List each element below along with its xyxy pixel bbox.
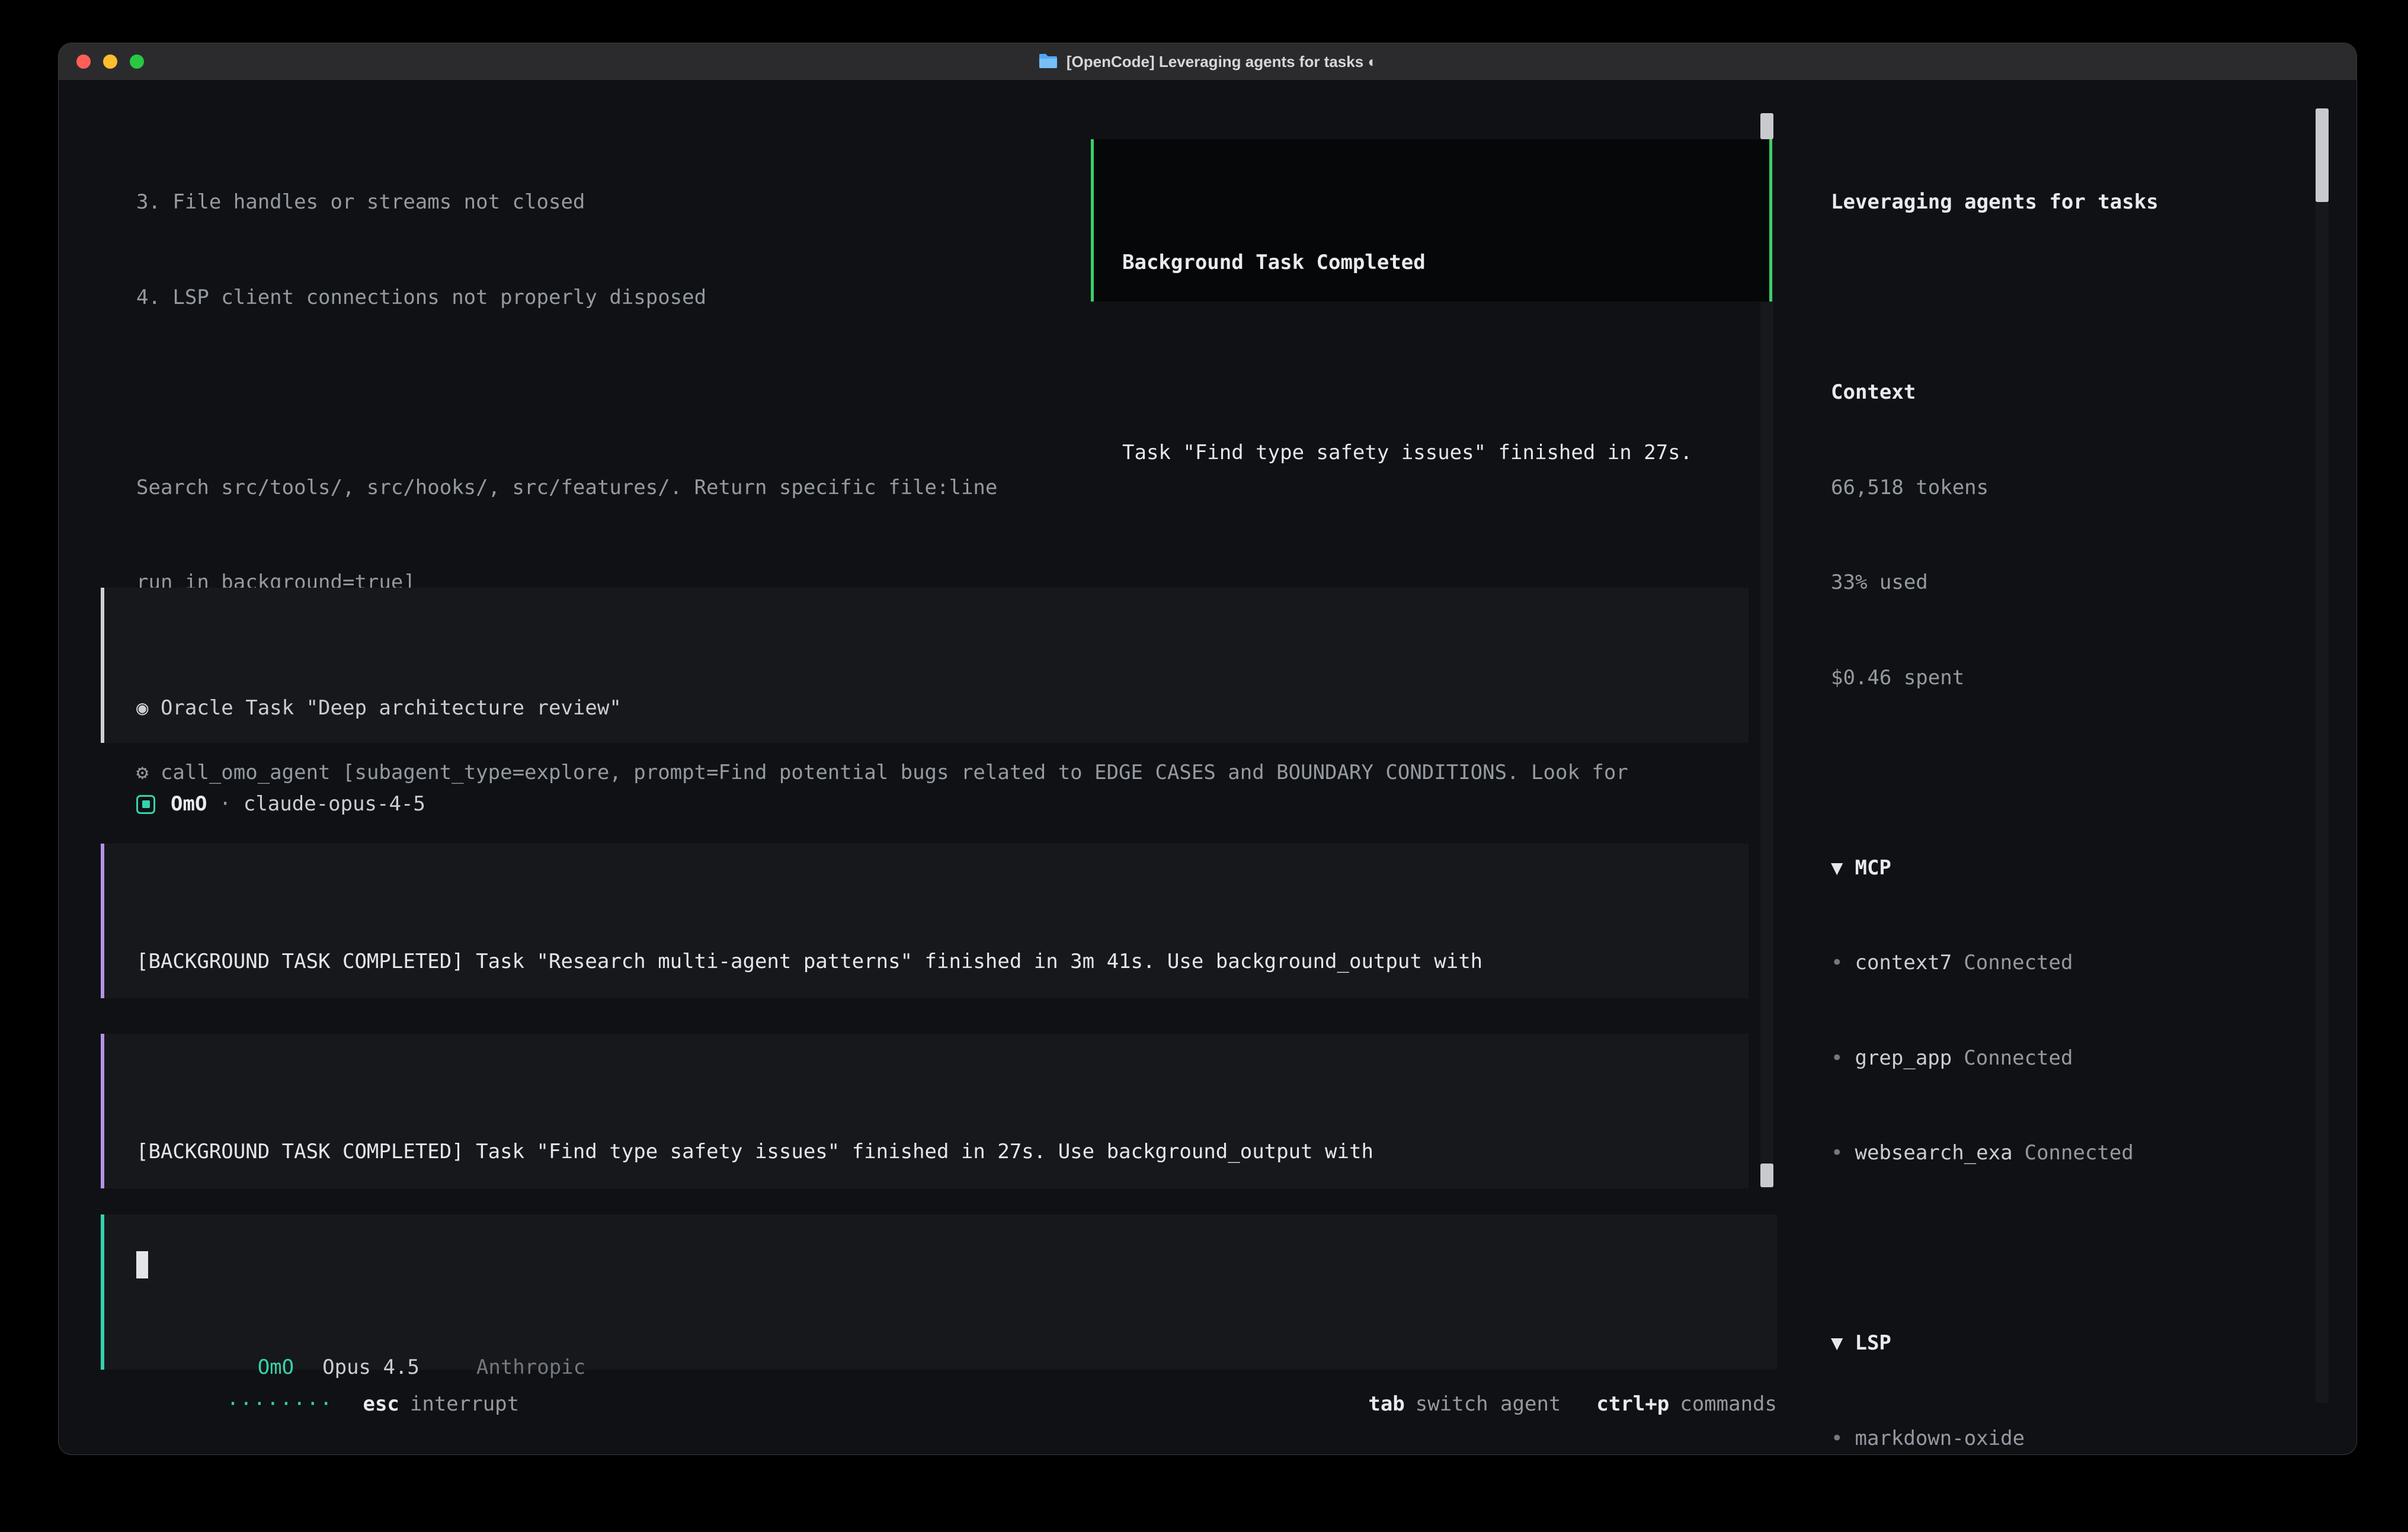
sidebar-content: Leveraging agents for tasks Context 66,5… — [1831, 123, 2279, 1454]
message-line: [BACKGROUND TASK COMPLETED] Task "Resear… — [136, 946, 1725, 978]
mcp-name: grep_app — [1855, 1046, 1952, 1070]
background-task-message: [BACKGROUND TASK COMPLETED] Task "Resear… — [101, 844, 1749, 998]
sidebar-scrollbar-thumb[interactable] — [2316, 108, 2329, 202]
terminal-main-pane: 3. File handles or streams not closed 4.… — [59, 81, 1808, 1454]
message-line: [BACKGROUND TASK COMPLETED] Task "Find t… — [136, 1136, 1725, 1168]
prompt-input[interactable]: OmOOpus 4.5Anthropic — [101, 1214, 1777, 1370]
context-spent: $0.46 spent — [1831, 662, 2279, 694]
agent-session-header: OmO · claude-opus-4-5 — [136, 789, 425, 821]
folder-icon — [1038, 53, 1058, 70]
notification-title: Background Task Completed — [1122, 247, 1769, 279]
bullet-icon: • — [1831, 951, 1843, 975]
status-right: tab switch agent ctrl+p commands — [1247, 1357, 1777, 1453]
mcp-status: Connected — [1964, 1046, 2073, 1070]
collapse-triangle-icon: ▼ — [1831, 856, 1843, 880]
session-title: Leveraging agents for tasks — [1831, 187, 2279, 219]
commands-key-label: commands — [1680, 1392, 1777, 1416]
bullet-icon: • — [1831, 1046, 1843, 1070]
agent-model: claude-opus-4-5 — [244, 789, 425, 821]
commands-key-hint: ctrl+p — [1596, 1392, 1669, 1416]
main-scrollbar-end[interactable] — [1760, 1164, 1773, 1187]
sidebar-scrollbar-track[interactable] — [2316, 108, 2329, 1403]
status-left: ········ esc interrupt — [105, 1357, 519, 1453]
separator-dot: · — [207, 789, 243, 821]
context-heading: Context — [1831, 377, 2279, 409]
mcp-name: websearch_exa — [1855, 1141, 2012, 1165]
status-bar: ········ esc interrupt tab switch agent ctrl… — [59, 1389, 1777, 1421]
tab-key-label: switch agent — [1416, 1392, 1561, 1416]
oracle-task-box: ◉ Oracle Task "Deep architecture review"… — [101, 588, 1749, 743]
context-tokens: 66,518 tokens — [1831, 472, 2279, 504]
sidebar: Leveraging agents for tasks Context 66,5… — [1808, 81, 2356, 1454]
titlebar[interactable]: [OpenCode] Leveraging agents for tasks ◐ — [59, 43, 2356, 81]
mcp-status: Connected — [2025, 1141, 2134, 1165]
agent-icon-fill — [142, 800, 150, 808]
lsp-name: markdown-oxide — [1855, 1427, 2025, 1450]
mcp-status: Connected — [1964, 951, 2073, 975]
terminal-window: [OpenCode] Leveraging agents for tasks ◐… — [59, 43, 2356, 1454]
notification-body: Task "Find type safety issues" finished … — [1122, 437, 1769, 469]
agent-name: OmO — [171, 789, 207, 821]
mcp-item: • websearch_exa Connected — [1831, 1137, 2279, 1169]
session-bullet-icon: ◉ — [136, 696, 161, 720]
esc-key-hint: esc — [363, 1392, 399, 1416]
mcp-section-heading: ▼MCP — [1831, 852, 2279, 884]
mcp-item: • context7 Connected — [1831, 947, 2279, 979]
window-title: [OpenCode] Leveraging agents for tasks ◐ — [1067, 53, 1377, 71]
tab-key-hint: tab — [1368, 1392, 1404, 1416]
mcp-name: context7 — [1855, 951, 1952, 975]
title-wrap: [OpenCode] Leveraging agents for tasks ◐ — [1038, 53, 1377, 71]
mcp-item: • grep_app Connected — [1831, 1043, 2279, 1075]
main-scrollbar-thumb[interactable] — [1760, 113, 1773, 139]
minimize-button[interactable] — [103, 55, 117, 69]
bullet-icon: • — [1831, 1427, 1843, 1450]
zoom-button[interactable] — [130, 55, 144, 69]
lsp-section-heading: ▼LSP — [1831, 1328, 2279, 1360]
text-cursor — [136, 1251, 148, 1278]
traffic-lights — [76, 43, 144, 80]
spinner-dots-icon: ········ — [227, 1392, 334, 1416]
agent-icon — [136, 795, 155, 814]
lsp-item: • markdown-oxide — [1831, 1423, 2279, 1455]
bullet-icon: • — [1831, 1141, 1843, 1165]
close-button[interactable] — [76, 55, 91, 69]
esc-key-label: interrupt — [410, 1392, 519, 1416]
background-task-message: [BACKGROUND TASK COMPLETED] Task "Find t… — [101, 1034, 1749, 1188]
background-task-notification: Background Task Completed Task "Find typ… — [1091, 139, 1772, 302]
oracle-task-title: Oracle Task "Deep architecture review" — [161, 696, 622, 720]
collapse-triangle-icon: ▼ — [1831, 1331, 1843, 1355]
context-used: 33% used — [1831, 567, 2279, 599]
